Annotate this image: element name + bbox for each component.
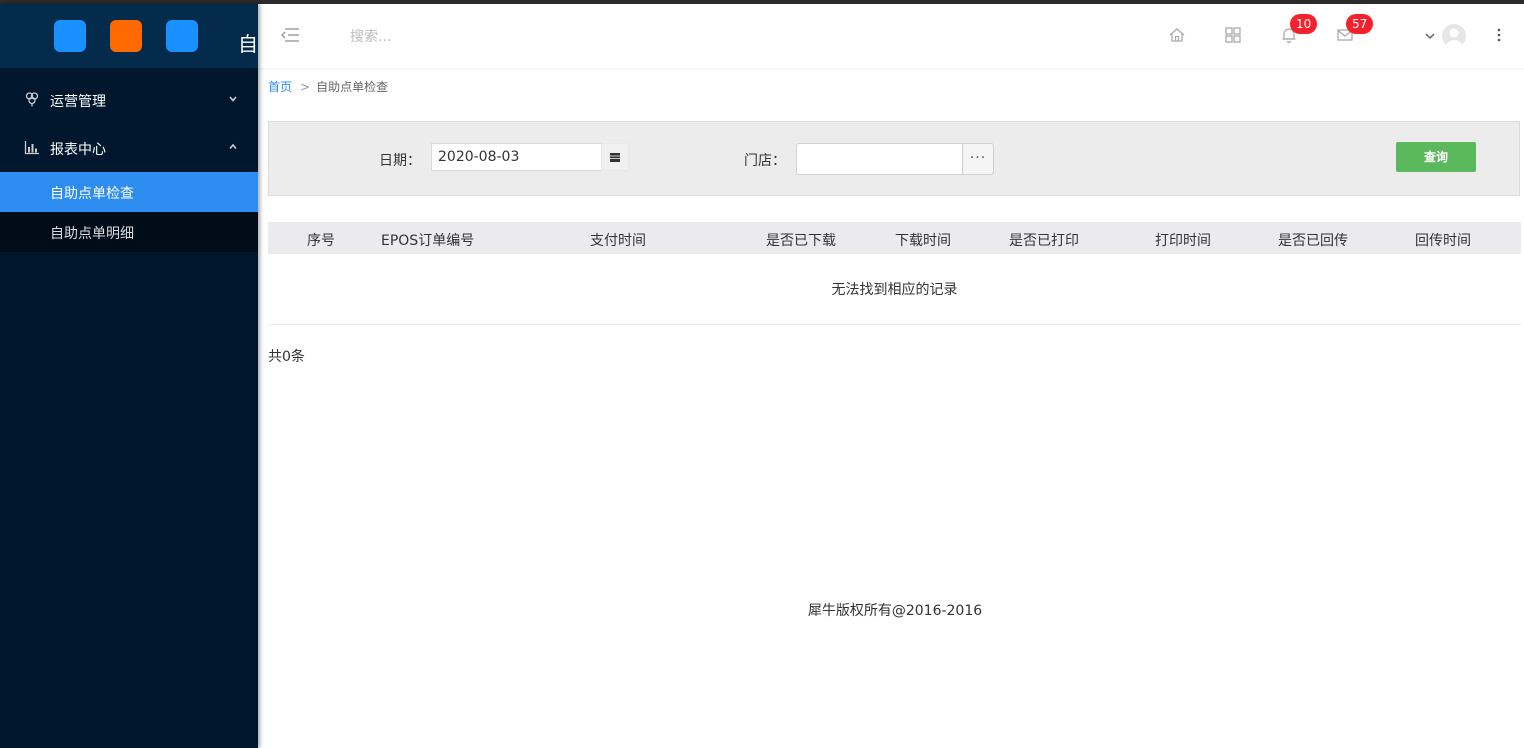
more-vertical-icon[interactable] — [1490, 26, 1508, 44]
user-icon — [1445, 28, 1463, 48]
search-input[interactable] — [348, 24, 652, 50]
sidebar-item-label: 自助点单明细 — [50, 226, 134, 242]
breadcrumb-current: 自助点单检查 — [316, 80, 389, 94]
calendar-button[interactable] — [601, 143, 629, 171]
menu-collapse-icon[interactable] — [280, 26, 300, 44]
brand-logo-orange — [110, 20, 142, 52]
column-header-uploaded[interactable]: 是否已回传 — [1278, 230, 1348, 250]
footer-copyright: 犀牛版权所有@2016-2016 — [807, 603, 983, 619]
column-header-download-time[interactable]: 下载时间 — [895, 230, 951, 250]
column-header-printed[interactable]: 是否已打印 — [1009, 230, 1079, 250]
brand-logo-blue — [54, 20, 86, 52]
breadcrumb-home-link[interactable]: 首页 — [268, 80, 292, 94]
sidebar: 自 运营管理 报表中心 自助点单检查 自助点单明细 — [0, 4, 258, 748]
sidebar-item-label: 自助点单检查 — [50, 186, 134, 202]
column-header-print-time[interactable]: 打印时间 — [1155, 230, 1211, 250]
sidebar-group-reports[interactable]: 报表中心 — [0, 124, 258, 172]
brand-title: 自 — [238, 32, 258, 56]
table-empty-row: 无法找到相应的记录 — [268, 254, 1521, 325]
message-badge: 57 — [1346, 14, 1374, 34]
avatar[interactable] — [1442, 24, 1466, 48]
grid-icon[interactable] — [1224, 26, 1242, 44]
date-input[interactable] — [431, 143, 601, 171]
column-header-index[interactable]: 序号 — [307, 230, 335, 250]
sidebar-item-order-check[interactable]: 自助点单检查 — [0, 172, 258, 212]
chevron-down-icon — [229, 96, 237, 102]
store-picker-button[interactable]: ··· — [962, 143, 994, 175]
column-header-downloaded[interactable]: 是否已下载 — [766, 230, 836, 250]
brand-bar: 自 — [0, 4, 258, 68]
column-header-pay-time[interactable]: 支付时间 — [590, 230, 646, 250]
empty-message: 无法找到相应的记录 — [831, 282, 958, 298]
flower-icon — [25, 92, 39, 107]
notification-badge: 10 — [1290, 14, 1318, 34]
brand-logo-blue-2 — [166, 20, 198, 52]
sidebar-group-label: 运营管理 — [50, 94, 106, 110]
breadcrumb: 首页 > 自助点单检查 — [268, 78, 388, 95]
column-header-upload-time[interactable]: 回传时间 — [1415, 230, 1471, 250]
top-header: 10 57 — [258, 4, 1524, 68]
chevron-up-icon — [229, 143, 237, 150]
breadcrumb-separator: > — [300, 80, 311, 94]
home-icon[interactable] — [1168, 26, 1186, 44]
sidebar-group-operations[interactable]: 运营管理 — [0, 76, 258, 124]
store-label: 门店： — [744, 153, 786, 169]
bar-chart-icon — [24, 141, 39, 155]
sidebar-group-label: 报表中心 — [50, 142, 106, 158]
chevron-down-icon[interactable] — [1424, 30, 1436, 42]
column-header-epos-order-no[interactable]: EPOS订单编号 — [381, 230, 474, 250]
table-header: 序号 EPOS订单编号 支付时间 是否已下载 下载时间 是否已打印 打印时间 是… — [268, 222, 1521, 254]
calendar-icon — [610, 153, 620, 162]
store-input[interactable] — [796, 143, 962, 175]
date-label: 日期： — [379, 153, 421, 169]
filter-panel: 日期： 门店： ··· 查询 — [268, 121, 1520, 196]
query-button[interactable]: 查询 — [1396, 142, 1476, 172]
total-count: 共0条 — [268, 349, 305, 365]
sidebar-item-order-detail[interactable]: 自助点单明细 — [0, 212, 258, 252]
